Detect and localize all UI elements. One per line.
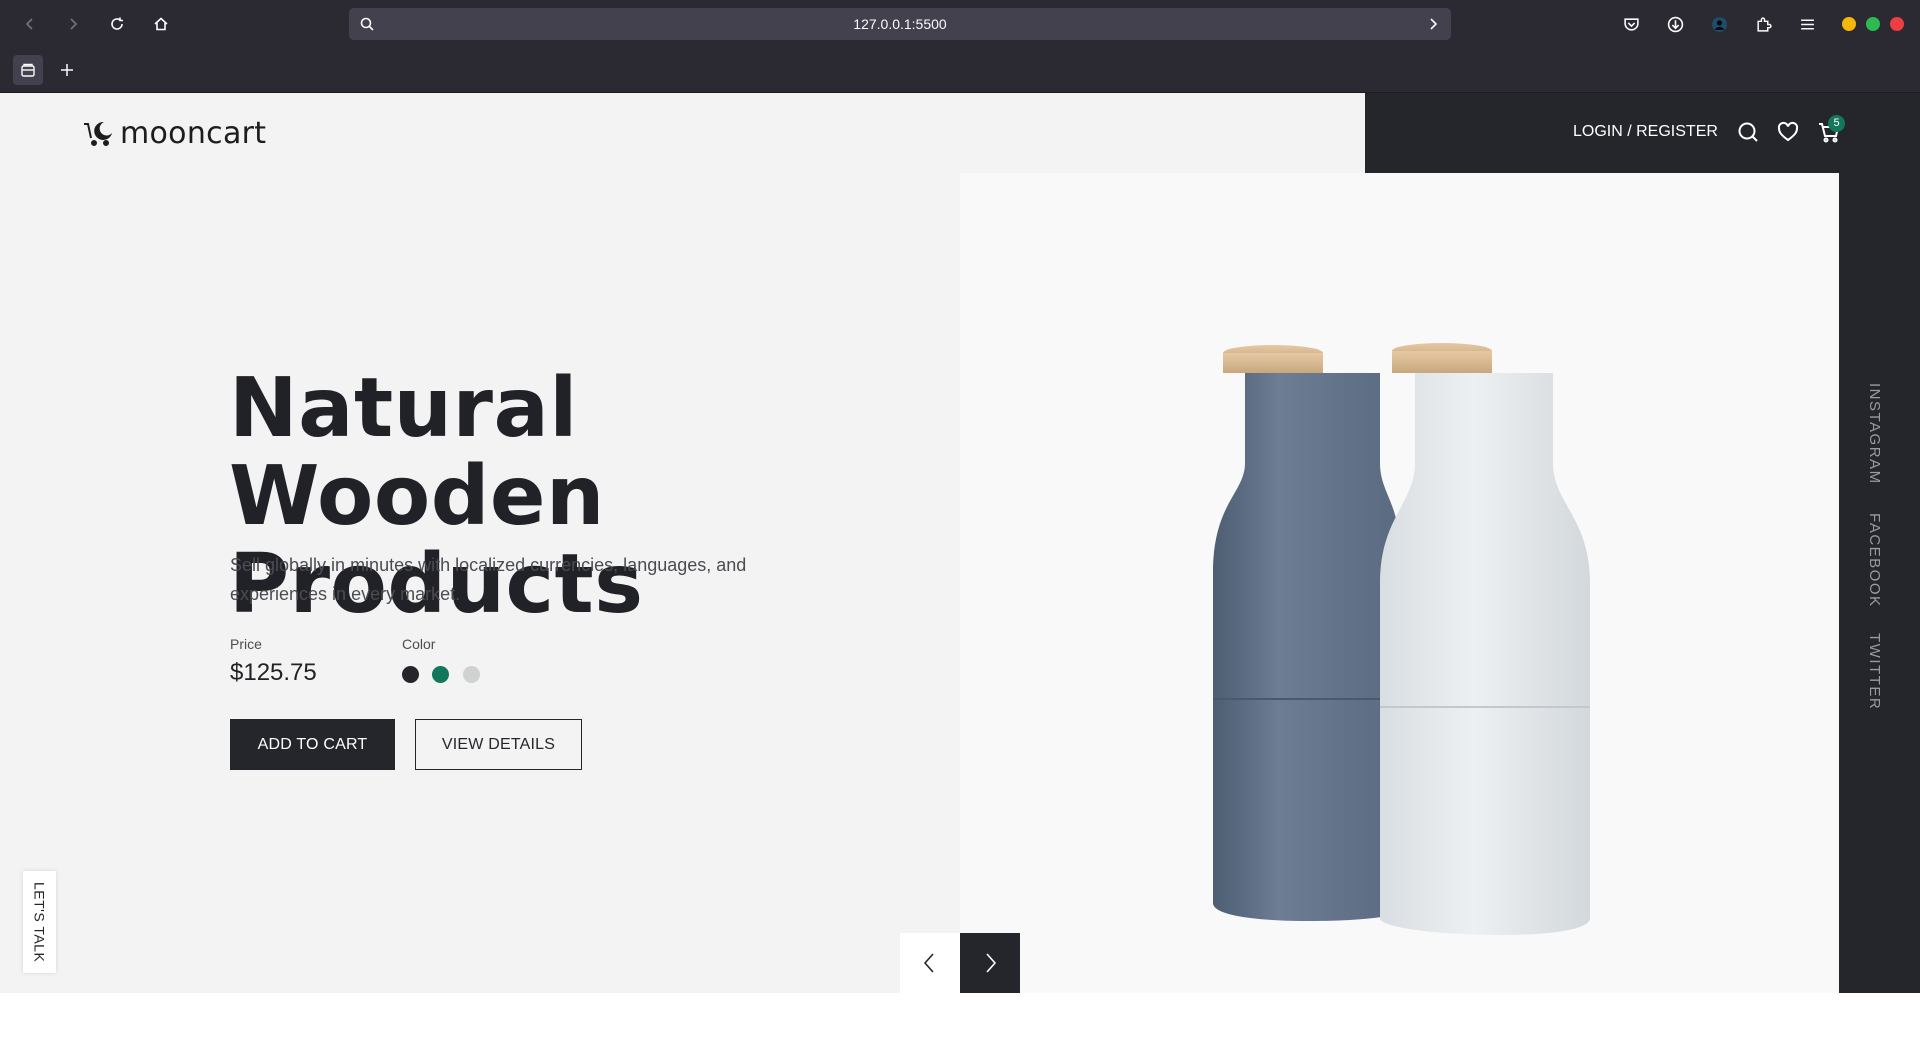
grinder-bottles-image [1213, 343, 1590, 935]
download-icon[interactable] [1665, 14, 1685, 34]
social-link-instagram[interactable]: INSTAGRAM [1866, 383, 1883, 485]
color-swatch-green[interactable] [432, 666, 449, 683]
go-arrow-icon[interactable] [1425, 16, 1441, 32]
browser-toolbar: 127.0.0.1:5500 [0, 0, 1920, 47]
logo-text: mooncart [120, 115, 267, 151]
logo[interactable]: mooncart [82, 115, 266, 151]
price-value: $125.75 [230, 659, 317, 686]
new-tab-icon[interactable] [52, 55, 82, 85]
forward-icon[interactable] [61, 12, 85, 36]
search-icon[interactable] [1737, 121, 1761, 145]
price-label: Price [230, 636, 262, 652]
tab-icon[interactable] [13, 55, 43, 85]
view-details-button[interactable]: VIEW DETAILS [415, 719, 582, 770]
close-button[interactable] [1890, 17, 1904, 31]
social-link-facebook[interactable]: FACEBOOK [1866, 513, 1883, 608]
account-icon[interactable] [1709, 14, 1729, 34]
lets-talk-button[interactable]: LET'S TALK [23, 871, 56, 973]
cart-count-badge: 5 [1828, 115, 1845, 132]
chevron-left-icon [923, 953, 934, 973]
login-register-link[interactable]: LOGIN / REGISTER [1573, 123, 1718, 141]
url-bar[interactable]: 127.0.0.1:5500 [349, 8, 1451, 40]
slider-prev-button[interactable] [900, 933, 960, 993]
tab-strip [0, 47, 1920, 93]
pocket-icon[interactable] [1621, 14, 1641, 34]
add-to-cart-button[interactable]: ADD TO CART [230, 719, 395, 770]
hero-title-line-1: Natural Wooden [229, 361, 605, 544]
maximize-button[interactable] [1866, 17, 1880, 31]
extensions-icon[interactable] [1753, 14, 1773, 34]
home-icon[interactable] [149, 12, 173, 36]
page-content: mooncart LOGIN / REGISTER 5 Natural Wood… [0, 93, 1920, 993]
minimize-button[interactable] [1842, 17, 1856, 31]
hero-image-panel [960, 173, 1839, 993]
chevron-right-icon [986, 953, 997, 973]
wishlist-heart-icon[interactable] [1777, 121, 1801, 145]
reload-icon[interactable] [105, 12, 129, 36]
menu-icon[interactable] [1797, 14, 1817, 34]
back-icon[interactable] [18, 12, 42, 36]
color-swatch-light-gray[interactable] [463, 666, 480, 683]
lets-talk-label: LET'S TALK [31, 881, 48, 963]
slider-next-button[interactable] [960, 933, 1020, 993]
social-link-twitter[interactable]: TWITTER [1866, 633, 1883, 710]
color-swatch-black[interactable] [402, 666, 419, 683]
hero-description: Sell globally in minutes with localized … [230, 555, 747, 604]
url-text: 127.0.0.1:5500 [853, 16, 947, 32]
moon-cart-icon [84, 121, 112, 146]
color-label: Color [402, 636, 436, 652]
